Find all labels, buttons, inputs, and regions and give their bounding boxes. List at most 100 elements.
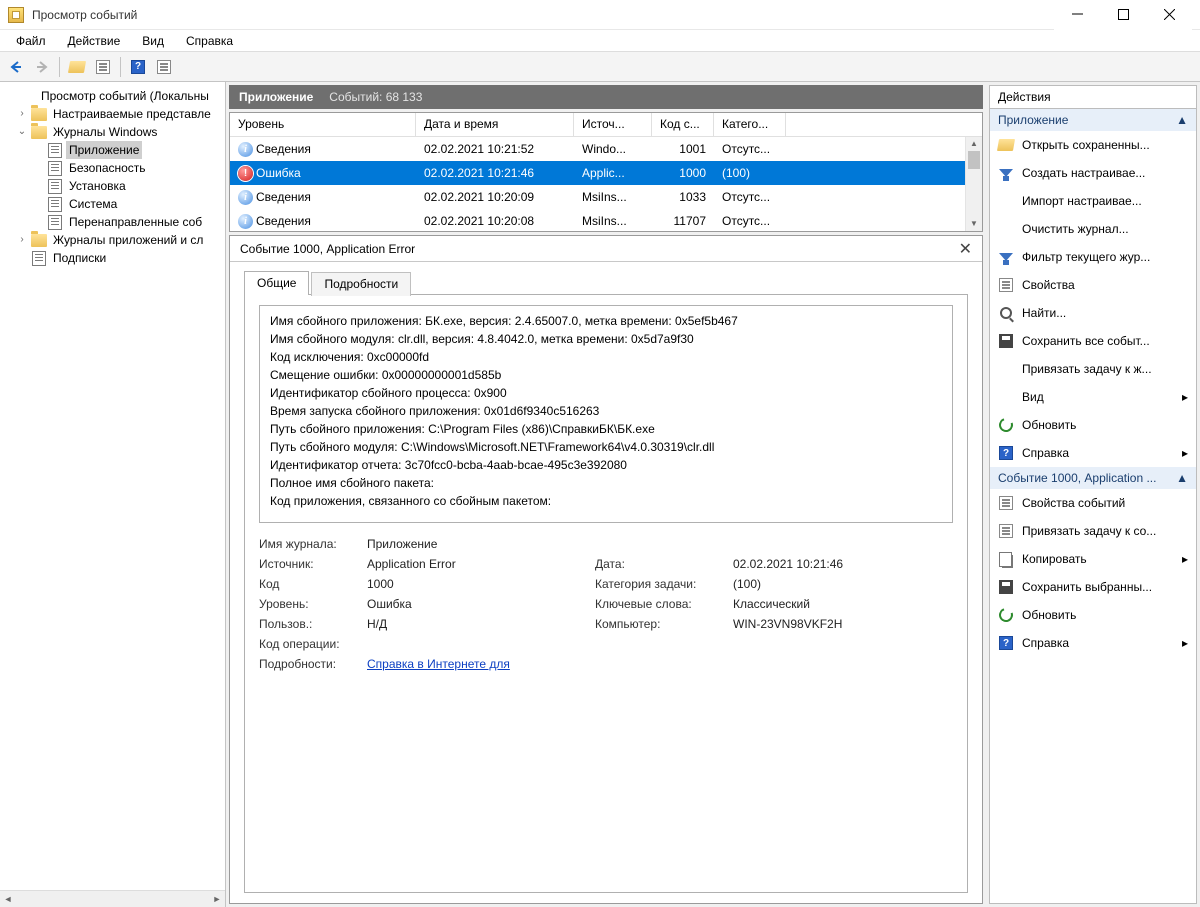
action-clear-log[interactable]: Очистить журнал... xyxy=(990,215,1196,243)
nav-forward-button[interactable] xyxy=(30,55,54,79)
event-detail: Событие 1000, Application Error ✕ Общие … xyxy=(229,235,983,904)
event-row[interactable]: iСведения02.02.2021 10:21:52Windo...1001… xyxy=(230,137,982,161)
menu-action[interactable]: Действие xyxy=(58,32,131,50)
app-icon xyxy=(8,7,24,23)
val-code: 1000 xyxy=(367,577,587,591)
link-online-help[interactable]: Справка в Интернете для xyxy=(367,657,510,671)
action-view-submenu[interactable]: Вид▸ xyxy=(990,383,1196,411)
center-pane: Приложение Событий: 68 133 Уровень Дата … xyxy=(226,82,986,907)
tree-pane: Просмотр событий (Локальны ›Настраиваемы… xyxy=(0,82,226,907)
refresh-icon xyxy=(997,606,1016,625)
val-level: Ошибка xyxy=(367,597,587,611)
event-list: Уровень Дата и время Источ... Код с... К… xyxy=(229,112,983,232)
menu-file[interactable]: Файл xyxy=(6,32,56,50)
window-title: Просмотр событий xyxy=(32,8,137,22)
log-icon xyxy=(48,179,62,194)
tree-log-forwarded[interactable]: Перенаправленные соб xyxy=(4,213,225,231)
action-find[interactable]: Найти... xyxy=(990,299,1196,327)
col-code[interactable]: Код с... xyxy=(652,113,714,136)
folder-icon xyxy=(31,108,47,121)
menu-help[interactable]: Справка xyxy=(176,32,243,50)
properties-icon xyxy=(999,496,1013,510)
list-header: Приложение Событий: 68 133 xyxy=(229,85,983,109)
col-datetime[interactable]: Дата и время xyxy=(416,113,574,136)
tab-details[interactable]: Подробности xyxy=(311,272,411,296)
val-user: Н/Д xyxy=(367,617,587,631)
val-keywords: Классический xyxy=(733,597,953,611)
event-row[interactable]: iСведения02.02.2021 10:20:08MsiIns...117… xyxy=(230,209,982,232)
menu-bar: Файл Действие Вид Справка xyxy=(0,30,1200,52)
nav-back-button[interactable] xyxy=(4,55,28,79)
action-create-view[interactable]: Создать настраивае... xyxy=(990,159,1196,187)
action-refresh-2[interactable]: Обновить xyxy=(990,601,1196,629)
col-category[interactable]: Катего... xyxy=(714,113,786,136)
action-help[interactable]: ?Справка▸ xyxy=(990,439,1196,467)
save-icon xyxy=(999,334,1013,348)
lbl-code: Код xyxy=(259,577,359,591)
folder-open-icon xyxy=(68,61,86,73)
toolbar-button-3[interactable] xyxy=(152,55,176,79)
close-button[interactable] xyxy=(1146,0,1192,30)
action-properties[interactable]: Свойства xyxy=(990,271,1196,299)
tab-general[interactable]: Общие xyxy=(244,271,309,295)
title-bar: Просмотр событий xyxy=(0,0,1200,30)
detail-close-button[interactable]: ✕ xyxy=(959,239,972,259)
tree-windows-logs[interactable]: ⌄Журналы Windows xyxy=(4,123,225,141)
refresh-icon xyxy=(997,416,1016,435)
tree-subscriptions[interactable]: Подписки xyxy=(4,249,225,267)
info-icon: i xyxy=(238,142,253,157)
log-icon xyxy=(48,143,62,158)
tree-log-application[interactable]: Приложение xyxy=(4,141,225,159)
event-row[interactable]: !Ошибка02.02.2021 10:21:46Applic...1000(… xyxy=(230,161,982,185)
action-attach-task[interactable]: Привязать задачу к ж... xyxy=(990,355,1196,383)
action-filter-log[interactable]: Фильтр текущего жур... xyxy=(990,243,1196,271)
actions-section-app[interactable]: Приложение▲ xyxy=(990,109,1196,131)
action-event-properties[interactable]: Свойства событий xyxy=(990,489,1196,517)
eventviewer-icon xyxy=(20,89,34,103)
folder-icon xyxy=(31,234,47,247)
tree-root[interactable]: Просмотр событий (Локальны xyxy=(4,87,225,105)
tree-log-system[interactable]: Система xyxy=(4,195,225,213)
col-source[interactable]: Источ... xyxy=(574,113,652,136)
tree-horizontal-scrollbar[interactable] xyxy=(0,890,225,907)
event-list-header: Уровень Дата и время Источ... Код с... К… xyxy=(230,113,982,137)
toolbar-help-button[interactable]: ? xyxy=(126,55,150,79)
lbl-keywords: Ключевые слова: xyxy=(595,597,725,611)
val-date: 02.02.2021 10:21:46 xyxy=(733,557,953,571)
list-header-count: Событий: 68 133 xyxy=(329,90,422,104)
toolbar-button-2[interactable] xyxy=(91,55,115,79)
task-icon xyxy=(999,524,1013,538)
toolbar: ? xyxy=(0,52,1200,82)
action-open-saved[interactable]: Открыть сохраненны... xyxy=(990,131,1196,159)
menu-view[interactable]: Вид xyxy=(132,32,174,50)
tree-log-setup[interactable]: Установка xyxy=(4,177,225,195)
info-icon: i xyxy=(238,190,253,205)
log-icon xyxy=(48,215,62,230)
tree-log-security[interactable]: Безопасность xyxy=(4,159,225,177)
toolbar-button-1[interactable] xyxy=(65,55,89,79)
folder-icon xyxy=(31,126,47,139)
detail-text[interactable]: Имя сбойного приложения: БК.exe, версия:… xyxy=(259,305,953,523)
actions-pane: Действия Приложение▲ Открыть сохраненны.… xyxy=(986,82,1200,907)
event-list-scrollbar[interactable] xyxy=(965,137,982,231)
minimize-button[interactable] xyxy=(1054,0,1100,30)
action-event-attach[interactable]: Привязать задачу к со... xyxy=(990,517,1196,545)
action-save-selected[interactable]: Сохранить выбранны... xyxy=(990,573,1196,601)
help-icon: ? xyxy=(999,446,1013,460)
action-save-all[interactable]: Сохранить все событ... xyxy=(990,327,1196,355)
maximize-button[interactable] xyxy=(1100,0,1146,30)
actions-section-event[interactable]: Событие 1000, Application ...▲ xyxy=(990,467,1196,489)
val-source: Application Error xyxy=(367,557,587,571)
col-level[interactable]: Уровень xyxy=(230,113,416,136)
tree-custom-views[interactable]: ›Настраиваемые представле xyxy=(4,105,225,123)
subscriptions-icon xyxy=(32,251,46,266)
action-copy[interactable]: Копировать▸ xyxy=(990,545,1196,573)
filter-icon xyxy=(999,253,1013,261)
filter-icon xyxy=(999,169,1013,177)
action-import-view[interactable]: Импорт настраивае... xyxy=(990,187,1196,215)
tree-appserv-logs[interactable]: ›Журналы приложений и сл xyxy=(4,231,225,249)
action-help-2[interactable]: ?Справка▸ xyxy=(990,629,1196,657)
lbl-date: Дата: xyxy=(595,557,725,571)
event-row[interactable]: iСведения02.02.2021 10:20:09MsiIns...103… xyxy=(230,185,982,209)
action-refresh[interactable]: Обновить xyxy=(990,411,1196,439)
